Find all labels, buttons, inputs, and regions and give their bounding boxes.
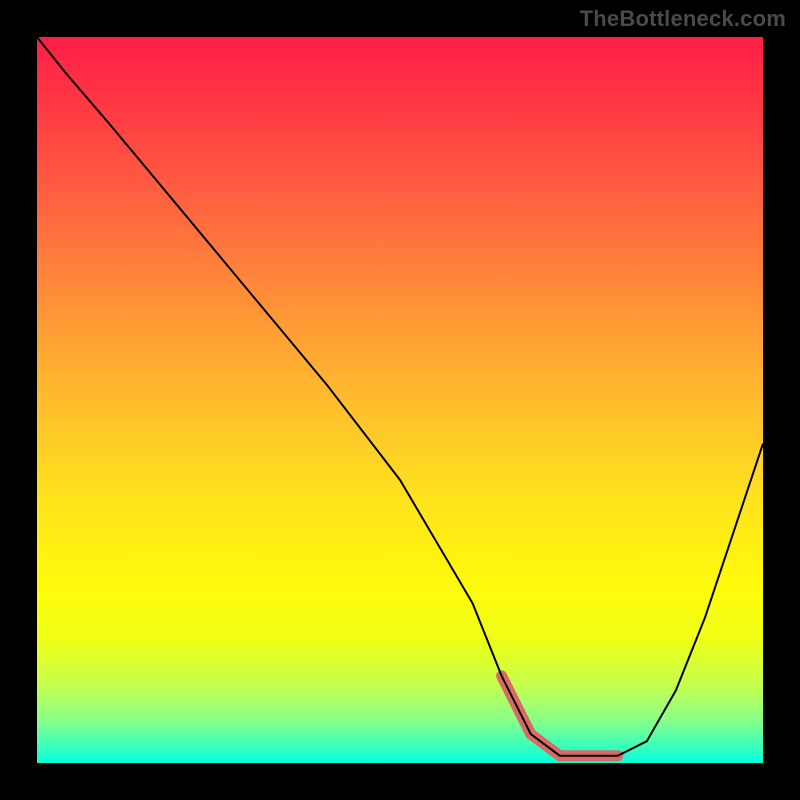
bottleneck-curve bbox=[37, 37, 763, 756]
chart-svg bbox=[37, 37, 763, 763]
watermark-text: TheBottleneck.com bbox=[580, 6, 786, 32]
highlight-segment bbox=[502, 676, 618, 756]
chart-plot-area bbox=[37, 37, 763, 763]
